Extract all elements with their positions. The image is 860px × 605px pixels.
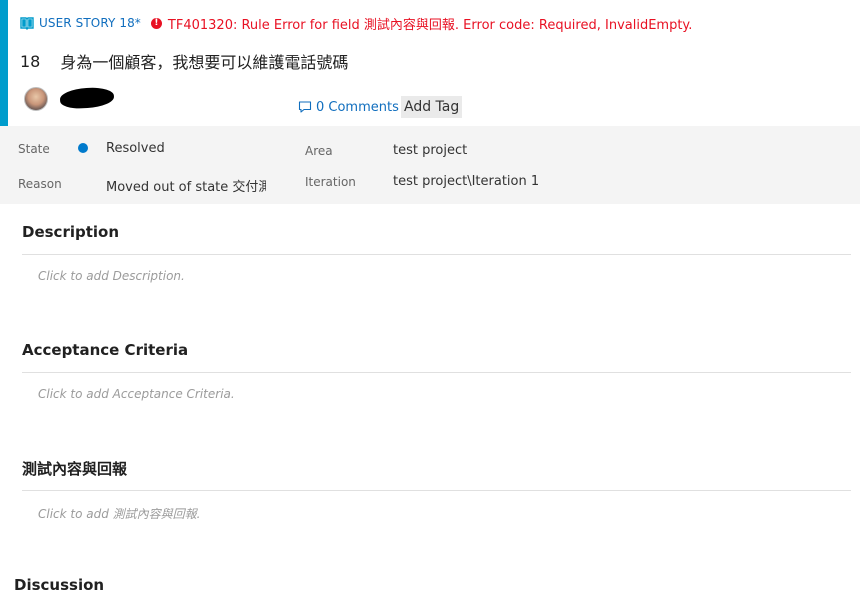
title-row: 18 身為一個顧客，我想要可以維護電話號碼: [20, 49, 348, 73]
state-dropdown[interactable]: Resolved: [106, 141, 165, 156]
iteration-field[interactable]: test project\Iteration 1: [393, 174, 539, 189]
work-item-title[interactable]: 身為一個顧客，我想要可以維護電話號碼: [60, 49, 348, 73]
state-label: State: [18, 142, 50, 156]
acceptance-criteria-title: Acceptance Criteria: [22, 341, 189, 359]
comments-count[interactable]: 0 Comments: [316, 100, 399, 115]
description-editor[interactable]: Click to add Description.: [38, 269, 185, 283]
comments-link[interactable]: 0 Comments: [298, 98, 399, 116]
rule-error-message: TF401320: Rule Error for field 測試內容與回報. …: [167, 17, 693, 33]
acceptance-criteria-divider: [22, 372, 851, 373]
discussion-title: Discussion: [14, 576, 105, 594]
iteration-label: Iteration: [305, 175, 356, 189]
area-label: Area: [305, 144, 333, 158]
work-item-id: 18: [20, 51, 41, 71]
book-icon: [20, 17, 34, 30]
description-divider: [22, 254, 851, 255]
reason-label: Reason: [18, 177, 62, 191]
header-top-row: USER STORY 18* ! TF401320: Rule Error fo…: [20, 14, 693, 33]
work-item-type-label[interactable]: USER STORY 18*: [39, 16, 141, 30]
assigned-to-avatar[interactable]: [24, 87, 48, 111]
state-color-dot: [78, 143, 88, 153]
description-title: Description: [22, 223, 120, 241]
add-tag-button[interactable]: Add Tag: [401, 96, 463, 118]
area-field[interactable]: test project: [393, 143, 467, 158]
comment-icon: [298, 101, 312, 113]
error-icon: !: [150, 17, 162, 29]
reason-dropdown[interactable]: Moved out of state 交付測: [106, 176, 266, 195]
test-content-divider: [22, 490, 851, 491]
acceptance-criteria-editor[interactable]: Click to add Acceptance Criteria.: [38, 387, 235, 401]
test-content-title: 測試內容與回報: [22, 460, 128, 478]
test-content-editor[interactable]: Click to add 測試內容與回報.: [38, 505, 201, 522]
